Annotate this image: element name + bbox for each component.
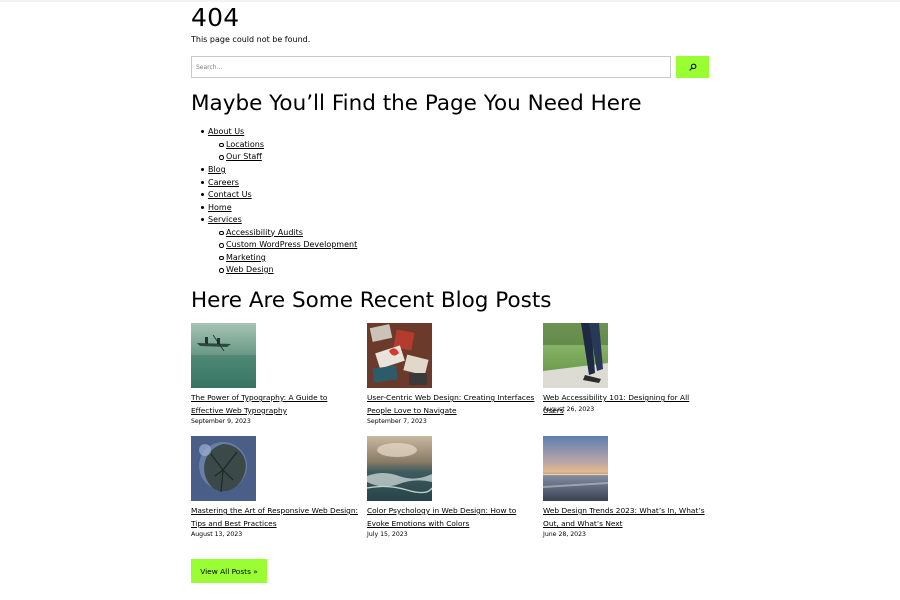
sitemap-link[interactable]: Services — [208, 215, 242, 224]
ocean-waves-photo[interactable] — [367, 436, 432, 501]
top-border — [0, 0, 900, 2]
post-title-link[interactable]: Web Design Trends 2023: What’s In, What’… — [543, 505, 711, 530]
sitemap-link[interactable]: Our Staff — [226, 152, 262, 161]
sitemap-link[interactable]: Careers — [208, 178, 239, 187]
sitemap-link[interactable]: Contact Us — [208, 190, 252, 199]
post-date: September 9, 2023 — [191, 418, 251, 425]
sitemap-item-accessibility-audits[interactable]: Accessibility Audits — [219, 227, 303, 239]
post-date: July 15, 2023 — [367, 531, 408, 538]
desk-with-cards-photo[interactable] — [367, 323, 432, 388]
sitemap-item-locations[interactable]: Locations — [219, 139, 264, 151]
post-date: August 26, 2023 — [543, 406, 595, 413]
blog-heading: Here Are Some Recent Blog Posts — [191, 288, 552, 313]
walking-on-grass-photo[interactable] — [543, 323, 608, 388]
view-all-posts-button[interactable]: View All Posts » — [191, 559, 267, 583]
sitemap-item-careers[interactable]: Careers — [201, 177, 239, 189]
search-input[interactable] — [191, 56, 671, 78]
post-title-link[interactable]: Color Psychology in Web Design: How to E… — [367, 505, 535, 530]
sitemap-item-about-us[interactable]: About Us — [201, 126, 244, 138]
canoe-on-lake-photo[interactable] — [191, 323, 256, 388]
sitemap-item-home[interactable]: Home — [201, 202, 232, 214]
sitemap-link[interactable]: Accessibility Audits — [226, 228, 303, 237]
sitemap-link[interactable]: Blog — [208, 165, 226, 174]
post-date: September 7, 2023 — [367, 418, 427, 425]
sitemap-item-contact-us[interactable]: Contact Us — [201, 189, 252, 201]
tree-reflection-photo[interactable] — [191, 436, 256, 501]
sitemap-link[interactable]: Web Design — [226, 265, 274, 274]
sitemap-item-services[interactable]: Services — [201, 214, 242, 226]
sitemap-link[interactable]: Custom WordPress Development — [226, 240, 357, 249]
sitemap-heading: Maybe You’ll Find the Page You Need Here — [191, 91, 642, 116]
post-title-link[interactable]: Mastering the Art of Responsive Web Desi… — [191, 505, 359, 530]
sitemap-item-marketing[interactable]: Marketing — [219, 252, 266, 264]
sunset-beach-photo[interactable] — [543, 436, 608, 501]
error-message: This page could not be found. — [191, 35, 311, 44]
sitemap-item-blog[interactable]: Blog — [201, 164, 226, 176]
post-title-link[interactable]: The Power of Typography: A Guide to Effe… — [191, 392, 359, 417]
post-date: June 28, 2023 — [543, 531, 586, 538]
post-title-link[interactable]: User-Centric Web Design: Creating Interf… — [367, 392, 535, 417]
sitemap-link[interactable]: Marketing — [226, 253, 266, 262]
sitemap-item-our-staff[interactable]: Our Staff — [219, 151, 262, 163]
sitemap-link[interactable]: Locations — [226, 140, 264, 149]
page-title: 404 — [191, 3, 240, 32]
sitemap-link[interactable]: About Us — [208, 127, 244, 136]
post-date: August 13, 2023 — [191, 531, 243, 538]
search-button[interactable] — [676, 56, 709, 78]
sitemap-link[interactable]: Home — [208, 203, 232, 212]
sitemap-item-custom-wordpress[interactable]: Custom WordPress Development — [219, 239, 357, 251]
sitemap-item-web-design[interactable]: Web Design — [219, 264, 274, 276]
search-icon — [688, 63, 696, 71]
